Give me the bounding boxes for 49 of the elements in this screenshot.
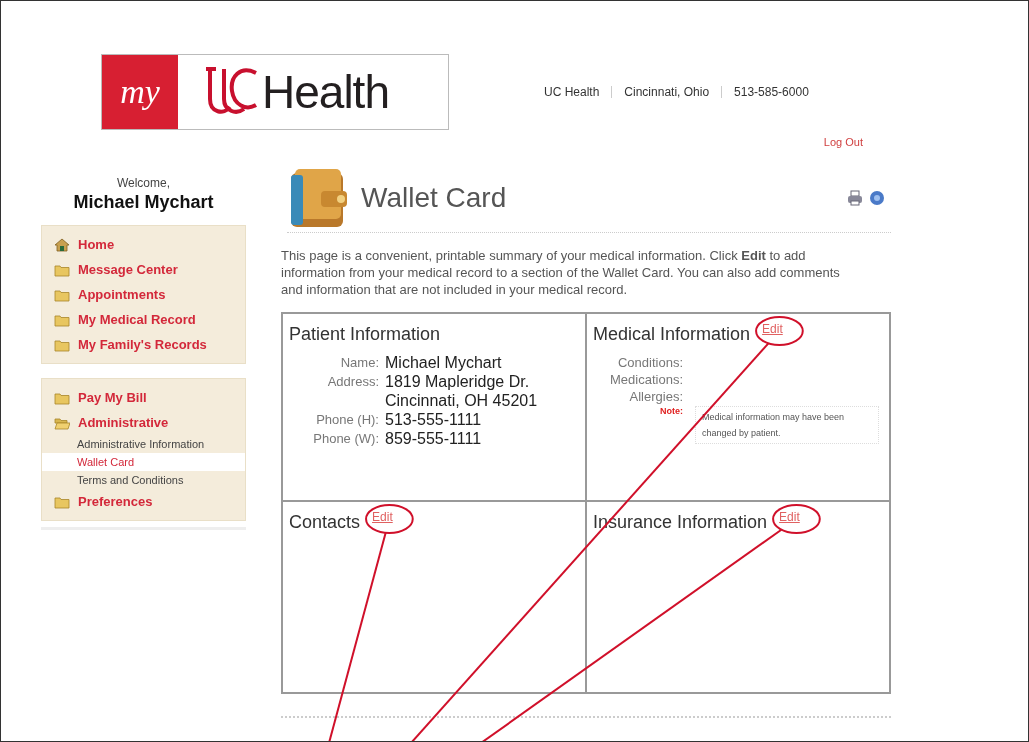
nav-subitem[interactable]: Terms and Conditions [42, 471, 245, 489]
nav-item[interactable]: Home [42, 232, 245, 257]
nav-item[interactable]: Pay My Bill [42, 385, 245, 410]
folder-icon [54, 287, 70, 302]
nav-subitem[interactable]: Wallet Card [42, 453, 245, 471]
field-value: 859-555-1111 [385, 429, 483, 448]
field-value: 1819 Mapleridge Dr. [385, 372, 531, 391]
nav-subitem[interactable]: Administrative Information [42, 435, 245, 453]
folder-icon [54, 337, 70, 352]
logo: my Health [101, 54, 449, 130]
folder-icon [54, 312, 70, 327]
field-label: Name: [339, 354, 379, 372]
field-label: Allergies: [628, 388, 683, 404]
welcome-text: Welcome, [116, 176, 171, 190]
field-label: Conditions: [616, 354, 683, 370]
print-icon[interactable] [847, 190, 863, 206]
log-out-link[interactable]: Log Out [823, 136, 863, 148]
folder-icon [54, 262, 70, 277]
edit-link[interactable]: Edit [779, 510, 800, 524]
note-label: Note: [659, 406, 683, 418]
field-label: Address: [326, 373, 379, 391]
nav-item[interactable]: Preferences [42, 489, 245, 514]
folder-icon [54, 494, 70, 509]
field-value: 513-555-1111 [385, 410, 483, 429]
section-title: Medical Information [593, 324, 751, 345]
nav-item[interactable]: My Medical Record [42, 307, 245, 332]
nav-item[interactable]: Appointments [42, 282, 245, 307]
header-link[interactable]: Cincinnati, Ohio [624, 85, 710, 99]
header-link[interactable]: UC Health [544, 85, 600, 99]
open-folder-icon [54, 415, 70, 430]
folder-icon [54, 390, 70, 405]
edit-link[interactable]: Edit [762, 322, 783, 336]
section-title: Patient Information [289, 324, 441, 345]
field-value: Cincinnati, OH 45201 [385, 391, 539, 410]
edit-link[interactable]: Edit [372, 510, 393, 524]
nav-item[interactable]: My Family's Records [42, 332, 245, 357]
home-icon [54, 237, 70, 252]
header-link[interactable]: 513-585-6000 [734, 85, 809, 99]
note-text: Medical information may have been changed by patient. [695, 406, 879, 444]
nav-item[interactable]: Administrative [42, 410, 245, 435]
field-label: Phone (H): [315, 411, 379, 429]
nav-item[interactable]: Message Center [42, 257, 245, 282]
page-title: Wallet Card [361, 182, 508, 214]
field-label: Phone (W): [312, 430, 379, 448]
field-value: Michael Mychart [385, 353, 503, 372]
intro-text: This page is a convenient, printable summary of your medical information. Click Edit to add information from your medical record to a section of the Wallet Card. You can also add comments and information that are not included in your medical record. [281, 247, 841, 298]
field-label: Medications: [609, 371, 683, 387]
section-title: Contacts [289, 512, 361, 533]
user-name: Michael Mychart [73, 192, 214, 213]
